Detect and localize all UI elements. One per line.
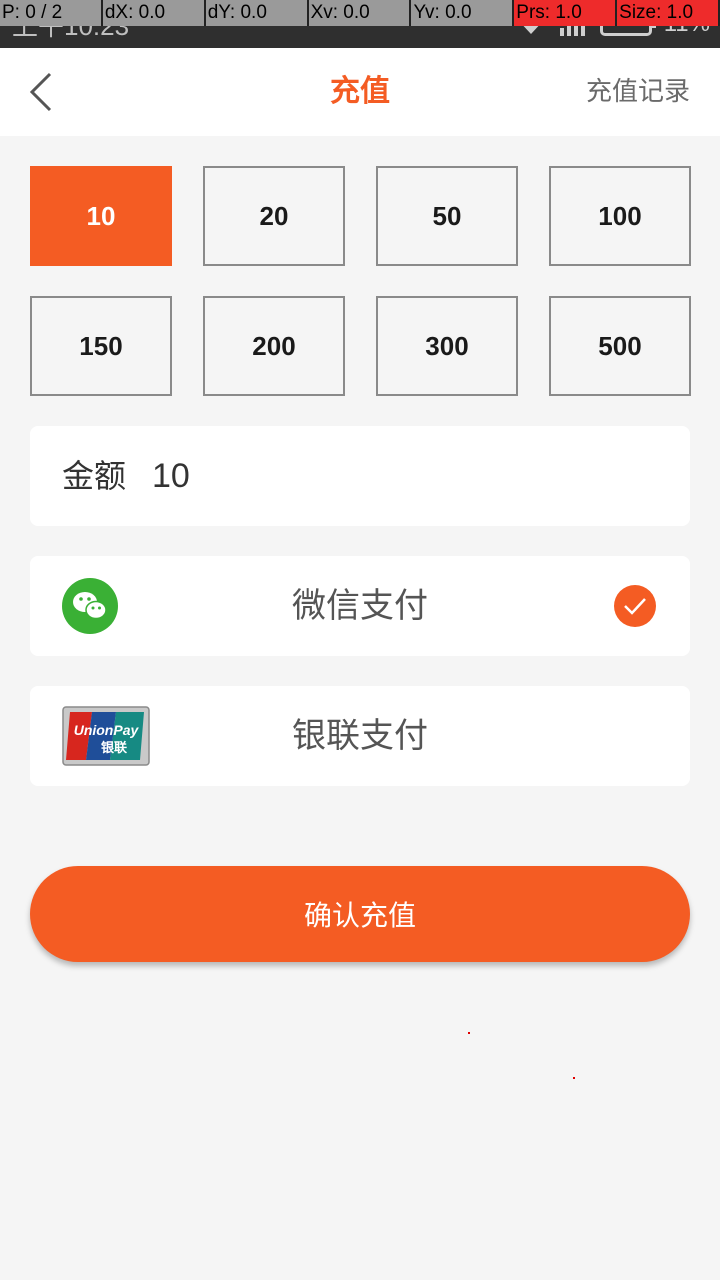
debug-pointer: P: 0 / 2 [0, 0, 103, 26]
amount-option[interactable]: 50 [376, 166, 518, 266]
debug-yv: Yv: 0.0 [411, 0, 515, 26]
amount-option[interactable]: 20 [203, 166, 345, 266]
app-header: 充值 充值记录 [0, 48, 720, 136]
confirm-recharge-button[interactable]: 确认充值 [30, 866, 690, 962]
amount-option[interactable]: 150 [30, 296, 172, 396]
debug-dx: dX: 0.0 [102, 0, 206, 26]
amount-value: 10 [152, 457, 190, 495]
amount-option[interactable]: 300 [376, 296, 518, 396]
debug-pressure: Prs: 1.0 [514, 0, 618, 26]
amount-field[interactable]: 金额 10 [30, 426, 690, 526]
unionpay-label: 银联支付 [292, 716, 428, 756]
amount-option[interactable]: 10 [30, 166, 172, 266]
debug-xv: Xv: 0.0 [308, 0, 412, 26]
wechat-pay-option[interactable]: 微信支付 [30, 556, 690, 656]
debug-size: Size: 1.0 [617, 0, 720, 26]
amount-option[interactable]: 500 [549, 296, 691, 396]
unionpay-option[interactable]: UnionPay 银联 银联支付 [30, 686, 690, 786]
pointer-debug-overlay: P: 0 / 2 dX: 0.0 dY: 0.0 Xv: 0.0 Yv: 0.0… [0, 0, 720, 26]
selected-check-icon [614, 585, 656, 627]
amount-options-grid: 10 20 50 100 150 200 300 500 [30, 166, 691, 396]
recharge-records-link[interactable]: 充值记录 [586, 48, 690, 136]
touch-trace-dot [573, 1077, 575, 1079]
wechat-pay-label: 微信支付 [292, 586, 428, 626]
amount-option[interactable]: 100 [549, 166, 691, 266]
amount-option[interactable]: 200 [203, 296, 345, 396]
touch-trace-dot [468, 1032, 470, 1034]
debug-dy: dY: 0.0 [205, 0, 309, 26]
amount-label: 金额 [62, 457, 127, 495]
